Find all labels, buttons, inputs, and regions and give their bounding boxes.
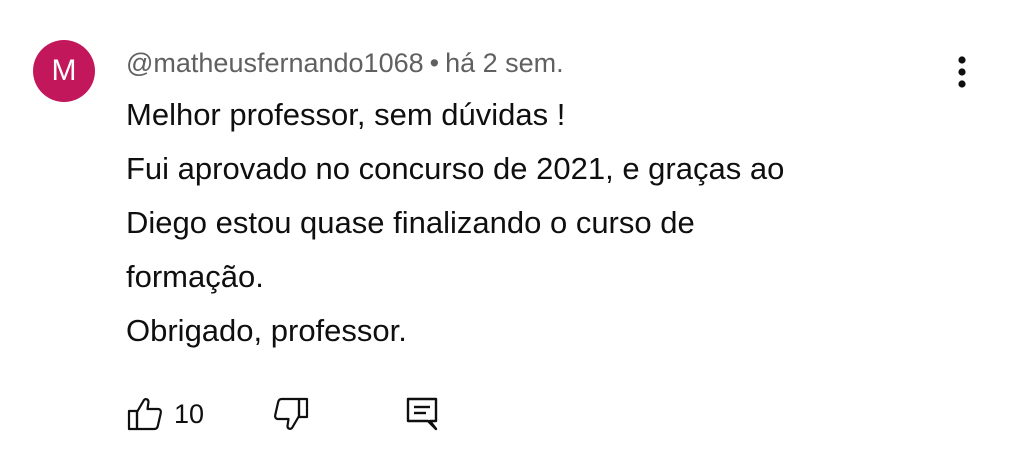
comment-line: Fui aprovado no concurso de 2021, e graç… <box>126 151 785 186</box>
like-button[interactable]: 10 <box>126 392 204 436</box>
comment-line: Diego estou quase finalizando o curso de <box>126 205 695 240</box>
comment-line: Obrigado, professor. <box>126 313 407 348</box>
comment-line: formação. <box>126 259 264 294</box>
more-vert-icon <box>958 56 966 88</box>
comment-actions: 10 <box>126 392 526 436</box>
dislike-button[interactable] <box>272 392 310 436</box>
comment-card: M @matheusfernando1068 • há 2 sem. Melhor … <box>0 0 1024 468</box>
author-name[interactable]: @matheusfernando1068 <box>126 48 424 78</box>
avatar[interactable]: M <box>33 40 95 102</box>
comment-line: Melhor professor, sem dúvidas ! <box>126 97 566 132</box>
comment-reply-icon <box>406 397 438 431</box>
like-count: 10 <box>174 398 205 429</box>
comment-timestamp[interactable]: há 2 sem. <box>445 48 564 78</box>
comment-header: @matheusfernando1068 • há 2 sem. <box>126 45 564 81</box>
thumb-up-icon <box>127 398 163 431</box>
comment-text: Melhor professor, sem dúvidas ! Fui apro… <box>126 88 986 358</box>
avatar-letter: M <box>51 54 77 87</box>
thumb-down-icon <box>273 397 309 430</box>
header-separator: • <box>429 48 440 78</box>
reply-button[interactable] <box>404 392 440 436</box>
